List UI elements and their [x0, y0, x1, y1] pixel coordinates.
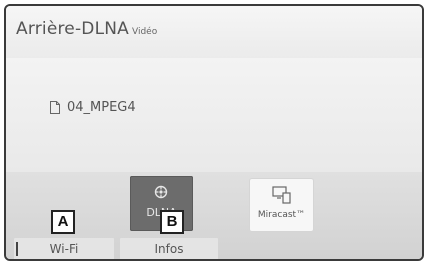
miracast-source-button[interactable]: Miracast™	[250, 179, 313, 231]
file-icon	[50, 101, 60, 114]
screen-subtitle: Vidéo	[132, 27, 158, 37]
source-toolbar: DLNA Miracast™ A B Wi-Fi Infos	[6, 172, 422, 259]
dlna-icon	[154, 185, 168, 199]
tab-infos[interactable]: Infos	[120, 238, 218, 259]
title-bar: Arrière-DLNA Vidéo	[6, 6, 422, 58]
file-name: 04_MPEG4	[67, 100, 136, 115]
callout-b: B	[160, 210, 184, 234]
head-unit-screen: Arrière-DLNA Vidéo 04_MPEG4 DLNA	[4, 4, 424, 261]
screen-title: Arrière-DLNA	[16, 19, 130, 39]
file-list: 04_MPEG4	[6, 58, 422, 172]
callout-a: A	[51, 210, 75, 234]
tab-wifi[interactable]: Wi-Fi	[14, 238, 114, 259]
miracast-label: Miracast™	[257, 210, 306, 220]
list-item[interactable]: 04_MPEG4	[50, 100, 136, 115]
miracast-icon	[272, 186, 291, 204]
